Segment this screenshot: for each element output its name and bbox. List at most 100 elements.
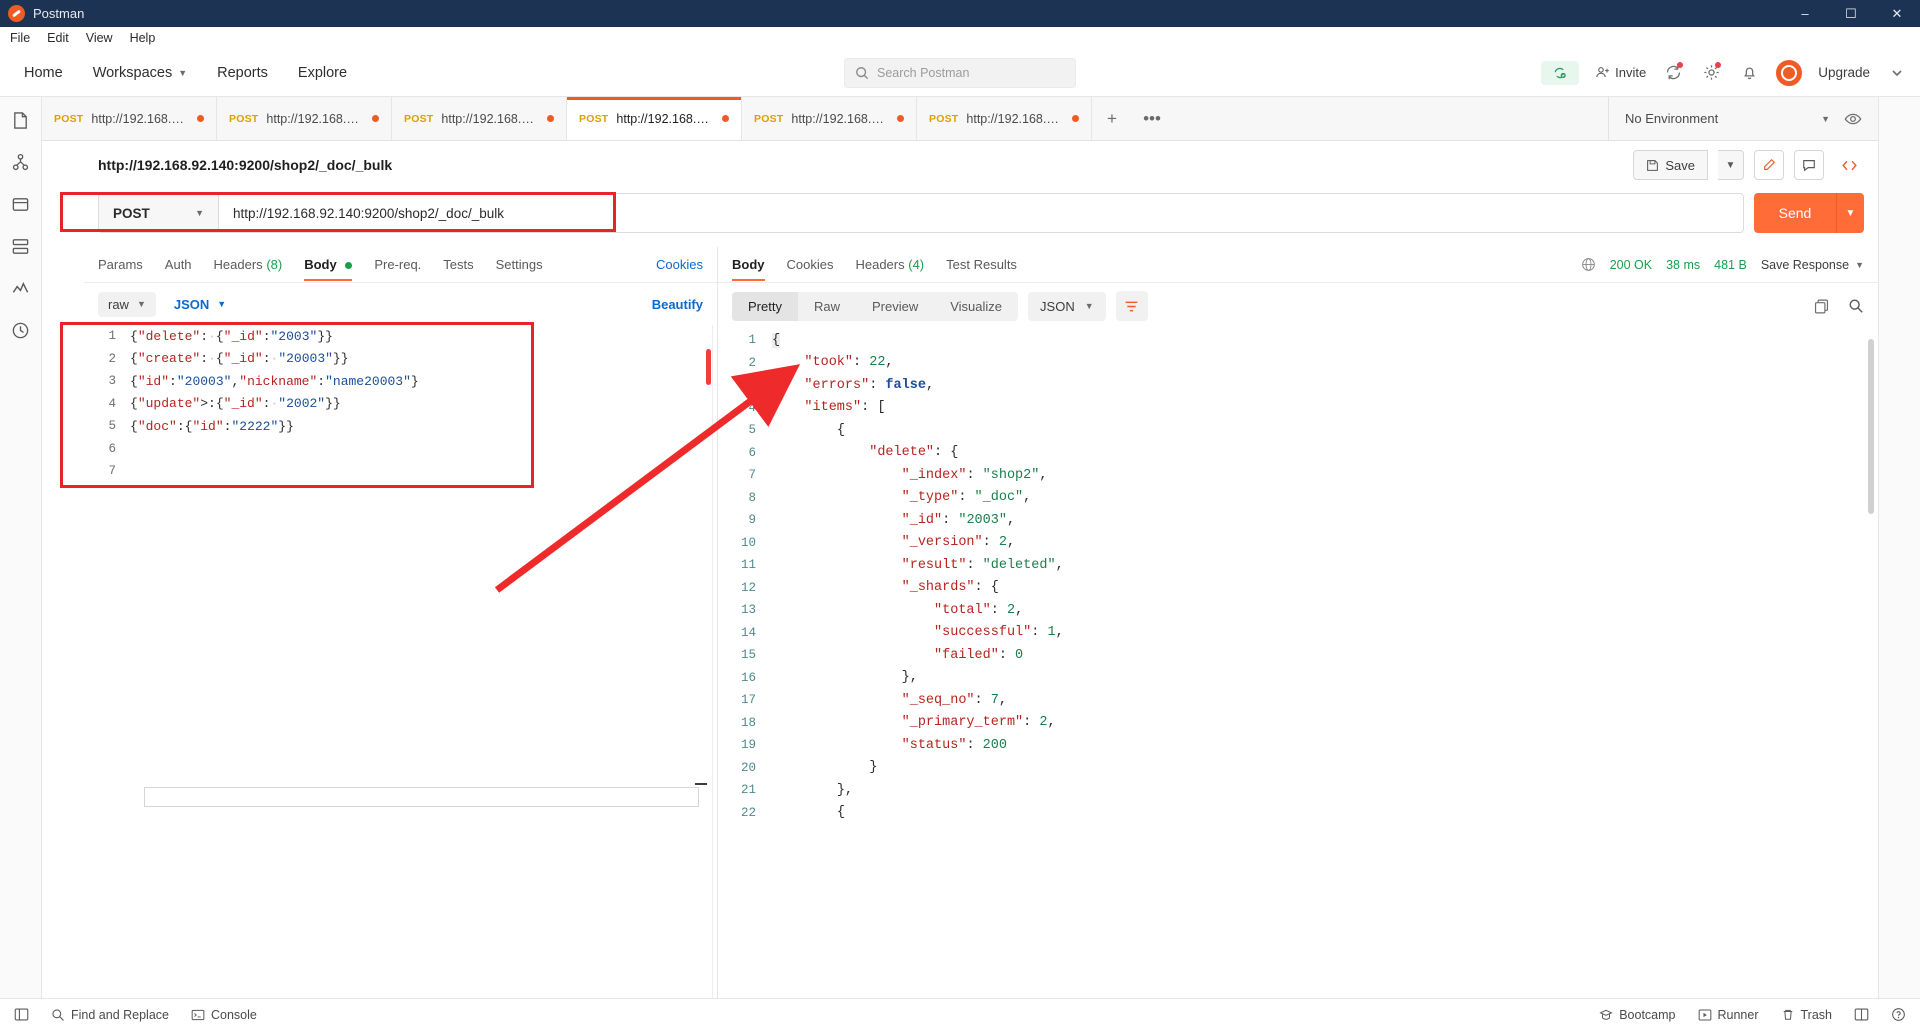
upgrade-button[interactable]: Upgrade	[1818, 65, 1870, 80]
tab-name-4: http://192.168.92....	[616, 111, 714, 126]
line-text: "_primary_term": 2,	[901, 715, 1056, 731]
search-response-icon[interactable]	[1848, 298, 1864, 314]
find-and-replace-button[interactable]: Find and Replace	[51, 1008, 169, 1022]
code-line: 6	[84, 438, 717, 461]
copy-icon[interactable]	[1813, 298, 1830, 315]
response-filter-icon[interactable]	[1115, 291, 1148, 321]
request-tab-4-active[interactable]: POST http://192.168.92....	[567, 97, 742, 140]
invite-button[interactable]: Invite	[1595, 65, 1646, 80]
tab-pre-request[interactable]: Pre-req.	[374, 248, 421, 281]
request-tab-1[interactable]: POST http://192.168.92....	[42, 97, 217, 140]
code-line: 1 {"delete":·{"_id":"2003"}}	[84, 325, 717, 348]
request-tab-3[interactable]: POST http://192.168.92....	[392, 97, 567, 140]
response-body-viewer[interactable]: 1{ 2 "took": 22, 3 "errors": false, 4 "i…	[718, 329, 1878, 1030]
environment-selector[interactable]: No Environment ▼	[1625, 111, 1830, 126]
trash-button[interactable]: Trash	[1781, 1008, 1832, 1022]
sync-refresh-icon[interactable]	[1662, 61, 1684, 84]
sync-status-icon[interactable]	[1541, 60, 1580, 85]
mock-servers-icon[interactable]	[11, 237, 31, 257]
view-mode-raw[interactable]: Raw	[798, 292, 856, 321]
tab-auth[interactable]: Auth	[165, 248, 192, 281]
two-pane-layout-icon[interactable]	[1854, 1007, 1869, 1022]
menu-help[interactable]: Help	[130, 31, 167, 45]
response-tab-cookies[interactable]: Cookies	[787, 248, 834, 281]
response-format-selector[interactable]: JSON ▼	[1028, 291, 1106, 321]
view-mode-visualize[interactable]: Visualize	[934, 292, 1018, 321]
maximize-button[interactable]: ☐	[1828, 0, 1874, 27]
view-mode-preview[interactable]: Preview	[856, 292, 934, 321]
invite-label: Invite	[1615, 65, 1647, 80]
send-options-chevron-icon[interactable]: ▼	[1836, 193, 1864, 233]
tab-name-5: http://192.168.92....	[791, 111, 889, 126]
search-icon	[855, 66, 869, 80]
search-input[interactable]: Search Postman	[844, 57, 1076, 88]
monitors-icon[interactable]	[11, 279, 31, 299]
beautify-button[interactable]: Beautify	[652, 297, 703, 312]
line-number: 4	[108, 396, 116, 411]
cookies-link[interactable]: Cookies	[656, 257, 703, 272]
environment-quick-look-eye-icon[interactable]	[1842, 108, 1864, 130]
code-snippet-button[interactable]	[1834, 150, 1864, 180]
save-button[interactable]: Save	[1633, 150, 1708, 180]
settings-gear-icon[interactable]	[1700, 61, 1722, 84]
response-tab-test-results[interactable]: Test Results	[946, 248, 1017, 281]
nav-workspaces[interactable]: Workspaces ▼	[93, 65, 187, 81]
request-pane: Params Auth Headers (8) Body Pre-req. Te…	[42, 247, 718, 1030]
nav-home[interactable]: Home	[24, 65, 63, 81]
request-tab-2[interactable]: POST http://192.168.92....	[217, 97, 392, 140]
bootcamp-button[interactable]: Bootcamp	[1599, 1008, 1676, 1022]
send-button[interactable]: Send	[1754, 193, 1836, 233]
save-options-chevron-icon[interactable]: ▼	[1718, 150, 1744, 180]
line-number: 5	[108, 419, 116, 434]
help-question-icon[interactable]	[1891, 1007, 1906, 1022]
response-status-info: 200 OK 38 ms 481 B Save Response ▼	[1581, 257, 1864, 272]
menu-view[interactable]: View	[86, 31, 124, 45]
edit-pencil-button[interactable]	[1754, 150, 1784, 180]
close-button[interactable]: ✕	[1874, 0, 1920, 27]
new-tab-button[interactable]: +	[1092, 97, 1132, 140]
tab-params[interactable]: Params	[98, 248, 143, 281]
http-method-selector[interactable]: POST ▼	[99, 194, 219, 232]
tab-settings[interactable]: Settings	[496, 248, 543, 281]
save-response-button[interactable]: Save Response ▼	[1761, 258, 1864, 272]
line-number: 22	[740, 805, 756, 820]
response-scrollbar-thumb[interactable]	[1868, 339, 1874, 514]
response-tab-body[interactable]: Body	[732, 248, 765, 281]
tab-headers-count: (8)	[266, 257, 283, 272]
user-avatar[interactable]	[1776, 59, 1803, 86]
request-tab-6[interactable]: POST http://192.168.92....	[917, 97, 1092, 140]
tab-overflow-button[interactable]: •••	[1132, 97, 1172, 140]
tab-tests[interactable]: Tests	[443, 248, 473, 281]
request-tab-5[interactable]: POST http://192.168.92....	[742, 97, 917, 140]
nav-reports[interactable]: Reports	[217, 65, 268, 81]
request-response-panes: Params Auth Headers (8) Body Pre-req. Te…	[42, 247, 1878, 1030]
menu-edit[interactable]: Edit	[47, 31, 80, 45]
notifications-bell-icon[interactable]	[1738, 62, 1760, 84]
tab-name-6: http://192.168.92....	[966, 111, 1064, 126]
request-body-editor[interactable]: 1 {"delete":·{"_id":"2003"}} 2 {"create"…	[84, 325, 717, 1030]
body-mode-selector[interactable]: raw ▼	[98, 291, 156, 317]
menu-file[interactable]: File	[10, 31, 41, 45]
minimize-button[interactable]: –	[1782, 0, 1828, 27]
nav-explore[interactable]: Explore	[298, 65, 347, 81]
response-tab-headers[interactable]: Headers (4)	[855, 248, 924, 281]
apis-icon[interactable]	[11, 153, 31, 173]
console-button[interactable]: Console	[191, 1008, 257, 1022]
tab-headers[interactable]: Headers (8)	[214, 248, 283, 281]
globe-icon	[1581, 257, 1596, 272]
history-icon[interactable]	[11, 321, 31, 341]
comment-button[interactable]	[1794, 150, 1824, 180]
runner-button[interactable]: Runner	[1698, 1008, 1759, 1022]
tab-body[interactable]: Body	[304, 248, 353, 281]
environments-icon[interactable]	[11, 195, 31, 215]
collections-icon[interactable]	[11, 111, 31, 131]
request-editor-scrollbar[interactable]	[706, 349, 711, 385]
header-overflow-chevron-icon[interactable]	[1886, 62, 1908, 84]
runner-label: Runner	[1717, 1007, 1759, 1022]
view-mode-pretty[interactable]: Pretty	[732, 291, 798, 321]
sidebar-toggle-icon[interactable]	[14, 1007, 29, 1022]
response-line: 5 {	[718, 419, 1878, 442]
url-input[interactable]: http://192.168.92.140:9200/shop2/_doc/_b…	[219, 194, 1743, 232]
body-format-selector[interactable]: JSON ▼	[174, 297, 226, 312]
response-line: 1{	[718, 329, 1878, 352]
